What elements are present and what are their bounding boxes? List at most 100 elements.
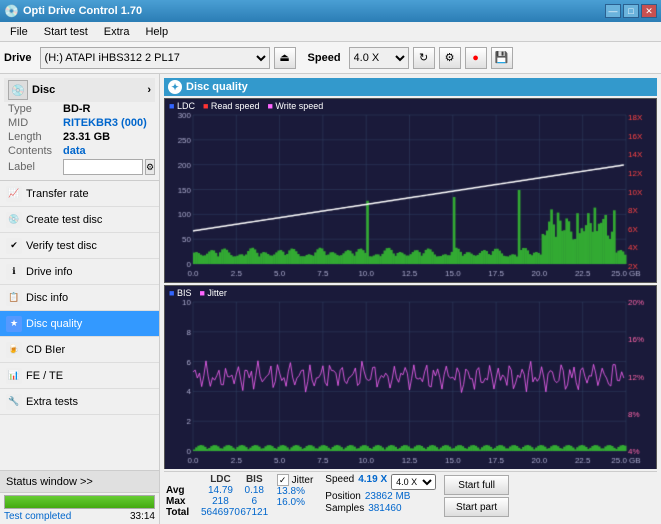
disc-type-label: Type: [8, 103, 63, 115]
disc-type-value: BD-R: [63, 103, 91, 115]
sidebar-item-label: Disc info: [26, 292, 68, 304]
sidebar-item-disc-quality[interactable]: ★ Disc quality: [0, 311, 159, 337]
disc-mid-row: MID RITEKBR3 (000): [4, 116, 155, 130]
disc-length-label: Length: [8, 131, 63, 143]
top-legend: ■ LDC ■ Read speed ■ Write speed: [169, 101, 323, 111]
toolbar: Drive (H:) ATAPI iHBS312 2 PL17 ⏏ Speed …: [0, 42, 661, 74]
menu-extra[interactable]: Extra: [96, 24, 138, 40]
progress-bar-container: [4, 495, 155, 509]
stats-avg-row: Avg 14.79 0.18: [166, 485, 269, 496]
app-title: 💿 Opti Drive Control 1.70: [4, 4, 142, 18]
sidebar-item-label: Verify test disc: [26, 240, 97, 252]
menu-start-test[interactable]: Start test: [36, 24, 96, 40]
disc-quality-icon: ★: [6, 316, 22, 332]
start-part-button[interactable]: Start part: [444, 497, 509, 517]
status-window-button[interactable]: Status window >>: [0, 471, 159, 493]
sidebar-item-label: Create test disc: [26, 214, 102, 226]
stats-avg-ldc: 14.79: [201, 485, 240, 496]
bottom-chart-canvas: [165, 286, 656, 469]
stats-max-bis: 6: [240, 496, 269, 507]
stats-avg-label: Avg: [166, 485, 201, 496]
settings-button[interactable]: ⚙: [439, 47, 461, 69]
sidebar-item-label: FE / TE: [26, 370, 63, 382]
sidebar-item-fe-te[interactable]: 📊 FE / TE: [0, 363, 159, 389]
jitter-label: Jitter: [292, 475, 314, 486]
sidebar-item-verify-test-disc[interactable]: ✔ Verify test disc: [0, 233, 159, 259]
top-chart: ■ LDC ■ Read speed ■ Write speed: [164, 98, 657, 283]
status-text: Test completed: [4, 511, 71, 522]
stats-total-label: Total: [166, 507, 201, 518]
speed-select[interactable]: 4.0 X 1.0 X 2.0 X 6.0 X 8.0 X: [349, 47, 409, 69]
position-value: 23862 MB: [365, 491, 411, 502]
disc-label-button[interactable]: ⚙: [145, 159, 155, 175]
disc-contents-row: Contents data: [4, 144, 155, 158]
main-layout: 💿 Disc › Type BD-R MID RITEKBR3 (000) Le…: [0, 74, 661, 524]
speed-select-stats[interactable]: 4.0 X 1.0 X 2.0 X: [391, 474, 436, 490]
sidebar-item-create-test-disc[interactable]: 💿 Create test disc: [0, 207, 159, 233]
speed-header: Speed: [325, 474, 354, 490]
max-jitter-row: 16.0%: [277, 497, 314, 508]
disc-length-value: 23.31 GB: [63, 131, 110, 143]
progress-bar-fill: [5, 496, 154, 508]
transfer-rate-icon: 📈: [6, 186, 22, 202]
stats-max-ldc: 218: [201, 496, 240, 507]
stats-total-ldc: 5646970: [201, 507, 240, 518]
create-test-disc-icon: 💿: [6, 212, 22, 228]
sidebar-item-label: Transfer rate: [26, 188, 89, 200]
disc-header-label: Disc: [32, 84, 55, 96]
sidebar-item-label: Extra tests: [26, 396, 78, 408]
drive-info-icon: ℹ: [6, 264, 22, 280]
fe-te-icon: 📊: [6, 368, 22, 384]
minimize-button[interactable]: —: [605, 4, 621, 18]
save-button[interactable]: 💾: [491, 47, 513, 69]
record-button[interactable]: ●: [465, 47, 487, 69]
start-full-button[interactable]: Start full: [444, 475, 509, 495]
status-section: Status window >> Test completed 33:14: [0, 470, 159, 524]
nav-items: 📈 Transfer rate 💿 Create test disc ✔ Ver…: [0, 181, 159, 470]
avg-jitter-row: 13.8%: [277, 486, 314, 497]
stats-header-ldc: LDC: [201, 474, 240, 485]
refresh-button[interactable]: ↻: [413, 47, 435, 69]
status-time: 33:14: [130, 511, 155, 522]
stats-header-bis: BIS: [240, 474, 269, 485]
stats-avg-bis: 0.18: [240, 485, 269, 496]
samples-row: Samples 381460: [325, 503, 436, 514]
disc-label-input[interactable]: [63, 159, 143, 175]
menu-help[interactable]: Help: [137, 24, 176, 40]
speed-section: Speed 4.19 X 4.0 X 1.0 X 2.0 X Position …: [321, 474, 440, 518]
sidebar-item-drive-info[interactable]: ℹ Drive info: [0, 259, 159, 285]
left-panel: 💿 Disc › Type BD-R MID RITEKBR3 (000) Le…: [0, 74, 160, 524]
top-chart-canvas: [165, 99, 656, 282]
sidebar-item-extra-tests[interactable]: 🔧 Extra tests: [0, 389, 159, 415]
sidebar-item-label: Drive info: [26, 266, 72, 278]
jitter-checkbox[interactable]: ✓: [277, 474, 289, 486]
sidebar-item-transfer-rate[interactable]: 📈 Transfer rate: [0, 181, 159, 207]
status-row: Test completed 33:14: [0, 511, 159, 524]
bottom-legend: ■ BIS ■ Jitter: [169, 288, 227, 298]
close-button[interactable]: ✕: [641, 4, 657, 18]
disc-label-row: Label ⚙: [4, 158, 155, 176]
disc-contents-value: data: [63, 145, 86, 157]
right-panel: ✦ Disc quality ■ LDC ■ Read speed ■ Writ…: [160, 74, 661, 524]
stats-max-label: Max: [166, 496, 201, 507]
maximize-button[interactable]: □: [623, 4, 639, 18]
sidebar-item-disc-info[interactable]: 📋 Disc info: [0, 285, 159, 311]
sidebar-item-cd-bier[interactable]: 🍺 CD BIer: [0, 337, 159, 363]
samples-label: Samples: [325, 503, 364, 514]
chart-header: ✦ Disc quality: [164, 78, 657, 96]
menu-file[interactable]: File: [2, 24, 36, 40]
bottom-chart: ■ BIS ■ Jitter: [164, 285, 657, 470]
jitter-legend: ■ Jitter: [199, 288, 226, 298]
ldc-legend: ■ LDC: [169, 101, 195, 111]
write-speed-legend: ■ Write speed: [267, 101, 323, 111]
stats-total-bis: 67121: [240, 507, 269, 518]
action-buttons: Start full Start part: [444, 474, 509, 518]
eject-button[interactable]: ⏏: [274, 47, 296, 69]
drive-select[interactable]: (H:) ATAPI iHBS312 2 PL17: [40, 47, 270, 69]
samples-value: 381460: [368, 503, 401, 514]
stats-footer: LDC BIS Avg 14.79 0.18 Max 218 6: [164, 471, 657, 520]
disc-section: 💿 Disc › Type BD-R MID RITEKBR3 (000) Le…: [0, 74, 159, 181]
speed-label: Speed: [308, 52, 341, 64]
stats-max-row: Max 218 6: [166, 496, 269, 507]
disc-type-row: Type BD-R: [4, 102, 155, 116]
